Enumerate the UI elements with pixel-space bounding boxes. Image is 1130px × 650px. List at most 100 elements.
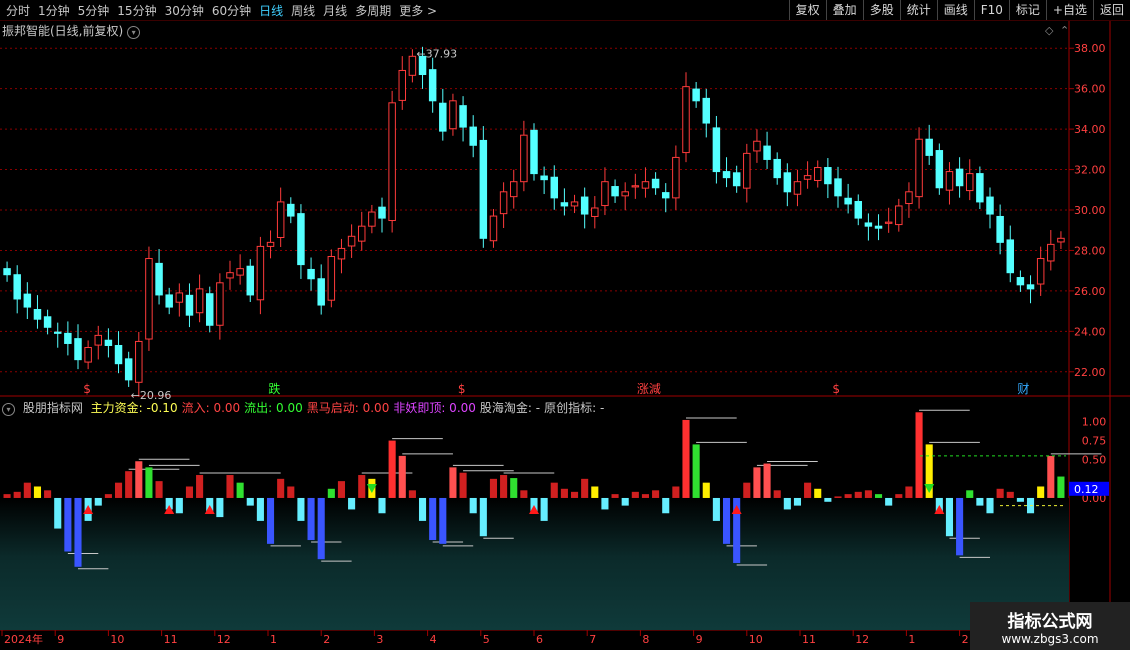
candle-body — [408, 55, 417, 76]
period-tab-7[interactable]: 周线 — [291, 2, 315, 19]
indicator-bar — [581, 478, 589, 498]
indicator-bar — [773, 490, 781, 498]
candle-body — [824, 167, 832, 185]
period-tab-3[interactable]: 15分钟 — [117, 2, 156, 19]
period-tab-9[interactable]: 多周期 — [355, 2, 391, 19]
indicator-bar — [520, 490, 528, 498]
sub-tick-label: 0.00 — [1082, 492, 1107, 505]
sell-signal-triangle — [366, 483, 377, 493]
candle-body — [712, 127, 721, 173]
indicator-bar — [439, 497, 447, 544]
event-marker[interactable]: $ — [458, 382, 466, 396]
price-tick-label: 26.00 — [1074, 285, 1106, 298]
sub-panel-background — [0, 497, 1069, 630]
toolbar-button-2[interactable]: 多股 — [862, 0, 900, 20]
event-marker[interactable]: 涨減 — [637, 381, 661, 396]
indicator-bar — [905, 486, 913, 498]
indicator-bar — [54, 497, 62, 529]
candle-body — [459, 105, 467, 128]
indicator-bar — [854, 491, 862, 498]
indicator-bar — [753, 467, 761, 498]
date-tick-label: 11 — [802, 633, 816, 646]
candle-body — [702, 97, 711, 124]
event-marker[interactable]: $ — [832, 382, 840, 396]
chevron-down-icon[interactable]: ▾ — [127, 26, 141, 39]
indicator-bar — [64, 497, 72, 552]
indicator-bar — [348, 497, 356, 510]
current-value-label: 0.12 — [1074, 483, 1099, 496]
indicator-bar — [510, 478, 518, 498]
period-tab-4[interactable]: 30分钟 — [165, 2, 204, 19]
candle-body — [692, 88, 700, 102]
indicator-bar — [530, 497, 538, 514]
period-tab-2[interactable]: 5分钟 — [78, 2, 110, 19]
candle-body — [216, 282, 224, 326]
event-marker[interactable]: $ — [83, 382, 91, 396]
candle-body — [307, 268, 315, 280]
indicator-field-0: 主力资金: -0.10 — [90, 401, 178, 415]
candle-body — [955, 168, 964, 187]
buy-signal-triangle — [934, 504, 945, 514]
candle-body — [449, 100, 457, 130]
indicator-bar — [175, 497, 183, 514]
candle-body — [591, 207, 599, 217]
indicator-bar — [297, 497, 305, 521]
toolbar-button-1[interactable]: 叠加 — [825, 0, 863, 20]
candle-body — [580, 196, 589, 215]
toolbar-button-5[interactable]: F10 — [973, 0, 1009, 20]
indicator-bar — [662, 497, 670, 514]
period-tab-8[interactable]: 月线 — [323, 2, 347, 19]
indicator-bar — [459, 472, 467, 498]
candle-body — [1047, 243, 1055, 262]
indicator-bar — [945, 497, 954, 537]
period-tab-5[interactable]: 60分钟 — [212, 2, 251, 19]
indicator-title: ▾ 股朋指标网 主力资金: -0.10 流入: 0.00 流出: 0.00 黑马启动:… — [2, 399, 608, 416]
indicator-bar — [500, 475, 508, 498]
price-chart: 22.0024.0026.0028.0030.0032.0034.0036.00… — [0, 21, 1130, 650]
candle-body — [530, 129, 538, 175]
toolbar-button-4[interactable]: 画线 — [936, 0, 974, 20]
candle-body — [570, 201, 579, 207]
event-marker[interactable]: 财 — [1017, 382, 1029, 396]
candle-body — [915, 138, 923, 198]
indicator-bar — [216, 497, 224, 518]
date-tick-label: 11 — [164, 633, 178, 646]
period-tab-6[interactable]: 日线 — [259, 2, 283, 19]
indicator-bar — [1006, 491, 1014, 498]
indicator-bar — [814, 488, 822, 498]
indicator-bar — [287, 486, 295, 498]
indicator-bar — [1057, 476, 1065, 498]
candle-body — [398, 69, 407, 101]
candle-body — [124, 358, 133, 381]
candle-body — [297, 213, 305, 266]
candle-body — [844, 197, 852, 205]
period-tab-0[interactable]: 分时 — [6, 2, 30, 19]
toolbar-button-6[interactable]: 标记 — [1008, 0, 1046, 20]
event-marker[interactable]: 跌 — [268, 381, 280, 396]
toolbar-button-3[interactable]: 统计 — [899, 0, 937, 20]
buy-signal-triangle — [83, 504, 94, 514]
candle-body — [884, 221, 893, 224]
toolbar-button-7[interactable]: +自选 — [1045, 0, 1093, 20]
chevron-up-icon[interactable]: ⌃ — [1060, 24, 1069, 37]
toolbar-button-8[interactable]: 返回 — [1092, 0, 1130, 20]
period-tab-10[interactable]: 更多 > — [399, 2, 437, 19]
sub-tick-label: 0.50 — [1082, 454, 1107, 467]
indicator-collapse-icon[interactable]: ▾ — [2, 403, 15, 416]
indicator-bar — [429, 497, 437, 541]
indicator-name: 股朋指标网 — [22, 401, 83, 415]
toolbar-button-0[interactable]: 复权 — [788, 0, 826, 20]
period-tab-1[interactable]: 1分钟 — [38, 2, 70, 19]
indicator-bar — [23, 482, 31, 498]
candle-body — [236, 268, 244, 276]
indicator-bar — [601, 497, 609, 510]
date-tick-label: 12 — [217, 633, 231, 646]
candle-body — [874, 225, 883, 229]
indicator-bar — [621, 497, 629, 506]
indicator-bar — [449, 467, 457, 498]
price-tick-label: 34.00 — [1074, 123, 1106, 136]
candle-body — [287, 203, 295, 217]
diamond-icon[interactable]: ◇ — [1045, 24, 1054, 37]
candle-body — [621, 191, 629, 197]
indicator-bar — [925, 444, 933, 498]
